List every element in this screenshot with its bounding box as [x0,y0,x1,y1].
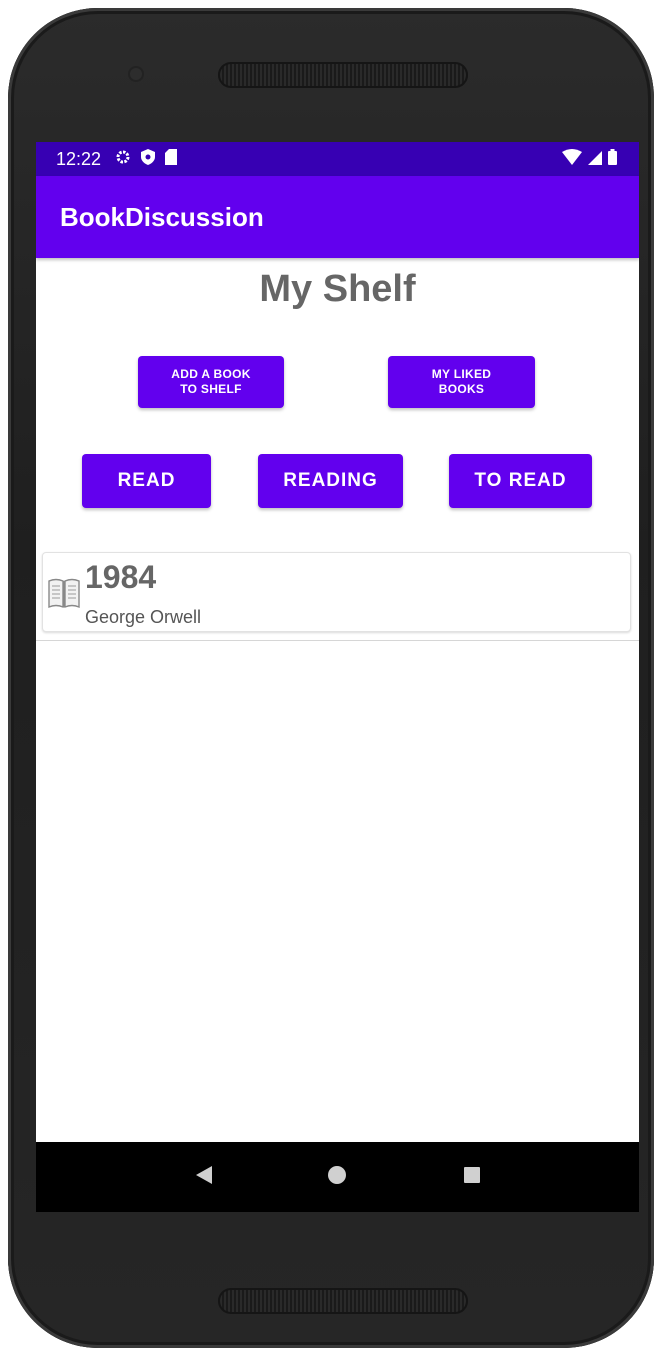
read-filter-button[interactable]: READ [82,454,211,508]
book-title: 1984 [85,559,157,595]
front-camera [128,66,144,82]
signal-icon [588,149,602,170]
book-author: George Orwell [85,607,202,627]
wifi-icon [562,148,582,170]
home-icon[interactable] [326,1164,348,1191]
page-title: My Shelf [259,268,416,310]
app-bar: BookDiscussion [36,176,639,258]
list-divider [36,640,639,641]
navigation-bar [36,1142,639,1212]
app-screen: 12:22 BookDiscussion My Shelf ADD A BOOK… [36,142,639,1212]
sd-card-icon [165,148,178,170]
gear-icon [115,149,131,170]
top-speaker [218,62,468,88]
recents-icon[interactable] [461,1164,483,1191]
book-card[interactable]: 1984 George Orwell [42,552,631,632]
back-icon[interactable] [192,1164,214,1191]
status-bar: 12:22 [36,142,639,176]
bottom-speaker [218,1288,468,1314]
book-icon [47,577,81,614]
status-time: 12:22 [56,148,102,169]
shield-icon [141,148,156,170]
liked-books-button[interactable]: MY LIKED BOOKS [388,356,535,408]
reading-filter-button[interactable]: READING [258,454,403,508]
add-book-button[interactable]: ADD A BOOK TO SHELF [138,356,284,408]
to-read-filter-button[interactable]: TO READ [449,454,592,508]
app-title: BookDiscussion [60,201,264,232]
battery-icon [608,148,617,170]
